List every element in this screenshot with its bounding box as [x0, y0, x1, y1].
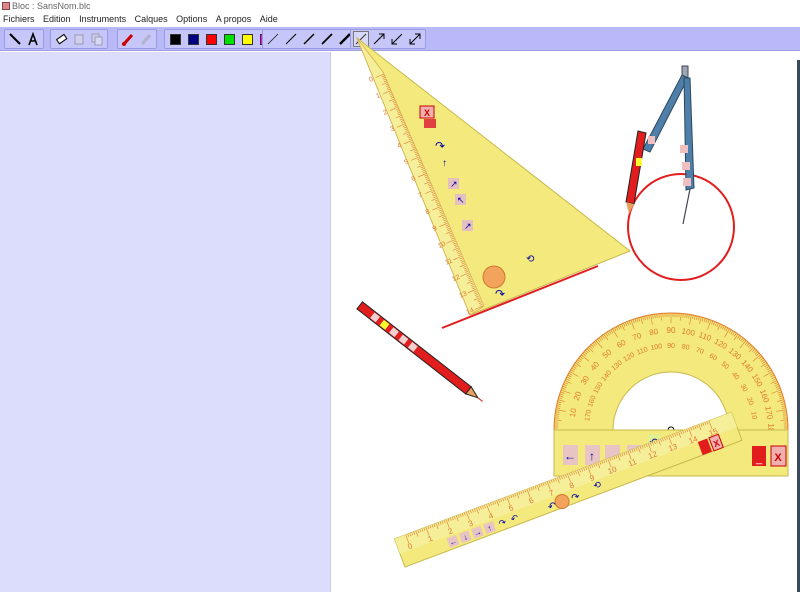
menu-bar: Fichiers Edition Instruments Calques Opt… — [0, 12, 800, 26]
text-tool-button[interactable] — [25, 31, 41, 47]
drawing-canvas[interactable] — [332, 52, 800, 592]
line-thin-icon — [267, 33, 279, 45]
color-black-button[interactable] — [167, 31, 183, 47]
arrow-style-end-button[interactable] — [371, 31, 387, 47]
arrow-up-right-icon — [373, 33, 385, 45]
arrow-style-both-button[interactable] — [407, 31, 423, 47]
pencil-tool-button[interactable] — [7, 31, 23, 47]
menu-calques[interactable]: Calques — [132, 12, 171, 26]
color-swatch-black — [169, 33, 181, 45]
line-plain-icon — [355, 33, 367, 45]
color-red-button[interactable] — [203, 31, 219, 47]
layer-icon — [74, 34, 84, 45]
brush-icon — [122, 34, 134, 46]
menu-options[interactable]: Options — [173, 12, 210, 26]
line-width-2-button[interactable] — [283, 31, 299, 47]
line-width-3-button[interactable] — [301, 31, 317, 47]
eraser-button[interactable] — [53, 31, 69, 47]
menu-apropos[interactable]: A propos — [213, 12, 255, 26]
color-swatch-red — [205, 33, 217, 45]
color-green-button[interactable] — [221, 31, 237, 47]
color-swatch-navy — [187, 33, 199, 45]
copy-icon — [91, 33, 103, 46]
app-icon — [2, 2, 10, 10]
toolbar-group-edit — [50, 29, 108, 49]
toolbar — [0, 27, 800, 51]
window-title: Bloc : SansNom.blc — [12, 1, 91, 11]
copy-button[interactable] — [89, 31, 105, 47]
title-bar: Bloc : SansNom.blc — [0, 0, 800, 12]
arrow-style-none-button[interactable] — [353, 31, 369, 47]
eraser-icon — [55, 33, 68, 45]
line-width-4-button[interactable] — [319, 31, 335, 47]
text-a-icon — [28, 32, 38, 46]
line-thick-icon — [321, 33, 333, 45]
color-swatch-green — [223, 33, 235, 45]
arrow-style-start-button[interactable] — [389, 31, 405, 47]
left-panel — [0, 52, 331, 592]
color-swatch-yellow — [241, 33, 253, 45]
brush-button[interactable] — [120, 31, 136, 47]
color-navy-button[interactable] — [185, 31, 201, 47]
toolbar-group-arrows — [350, 29, 426, 49]
toolbar-group-draw — [4, 29, 44, 49]
menu-aide[interactable]: Aide — [257, 12, 281, 26]
toolbar-group-fill — [117, 29, 157, 49]
fill-button[interactable] — [138, 31, 154, 47]
menu-instruments[interactable]: Instruments — [76, 12, 129, 26]
toolbar-group-line-width — [262, 29, 356, 49]
line-width-1-button[interactable] — [265, 31, 281, 47]
arrow-both-icon — [409, 33, 421, 45]
color-yellow-button[interactable] — [239, 31, 255, 47]
pencil-icon — [9, 33, 21, 45]
line-thin-icon — [285, 33, 297, 45]
arrow-down-left-icon — [391, 33, 403, 45]
menu-edition[interactable]: Edition — [40, 12, 74, 26]
menu-fichiers[interactable]: Fichiers — [0, 12, 38, 26]
toolbar-group-colors — [164, 29, 276, 49]
layer-button[interactable] — [71, 31, 87, 47]
fill-icon — [140, 34, 152, 45]
line-medium-icon — [303, 33, 315, 45]
